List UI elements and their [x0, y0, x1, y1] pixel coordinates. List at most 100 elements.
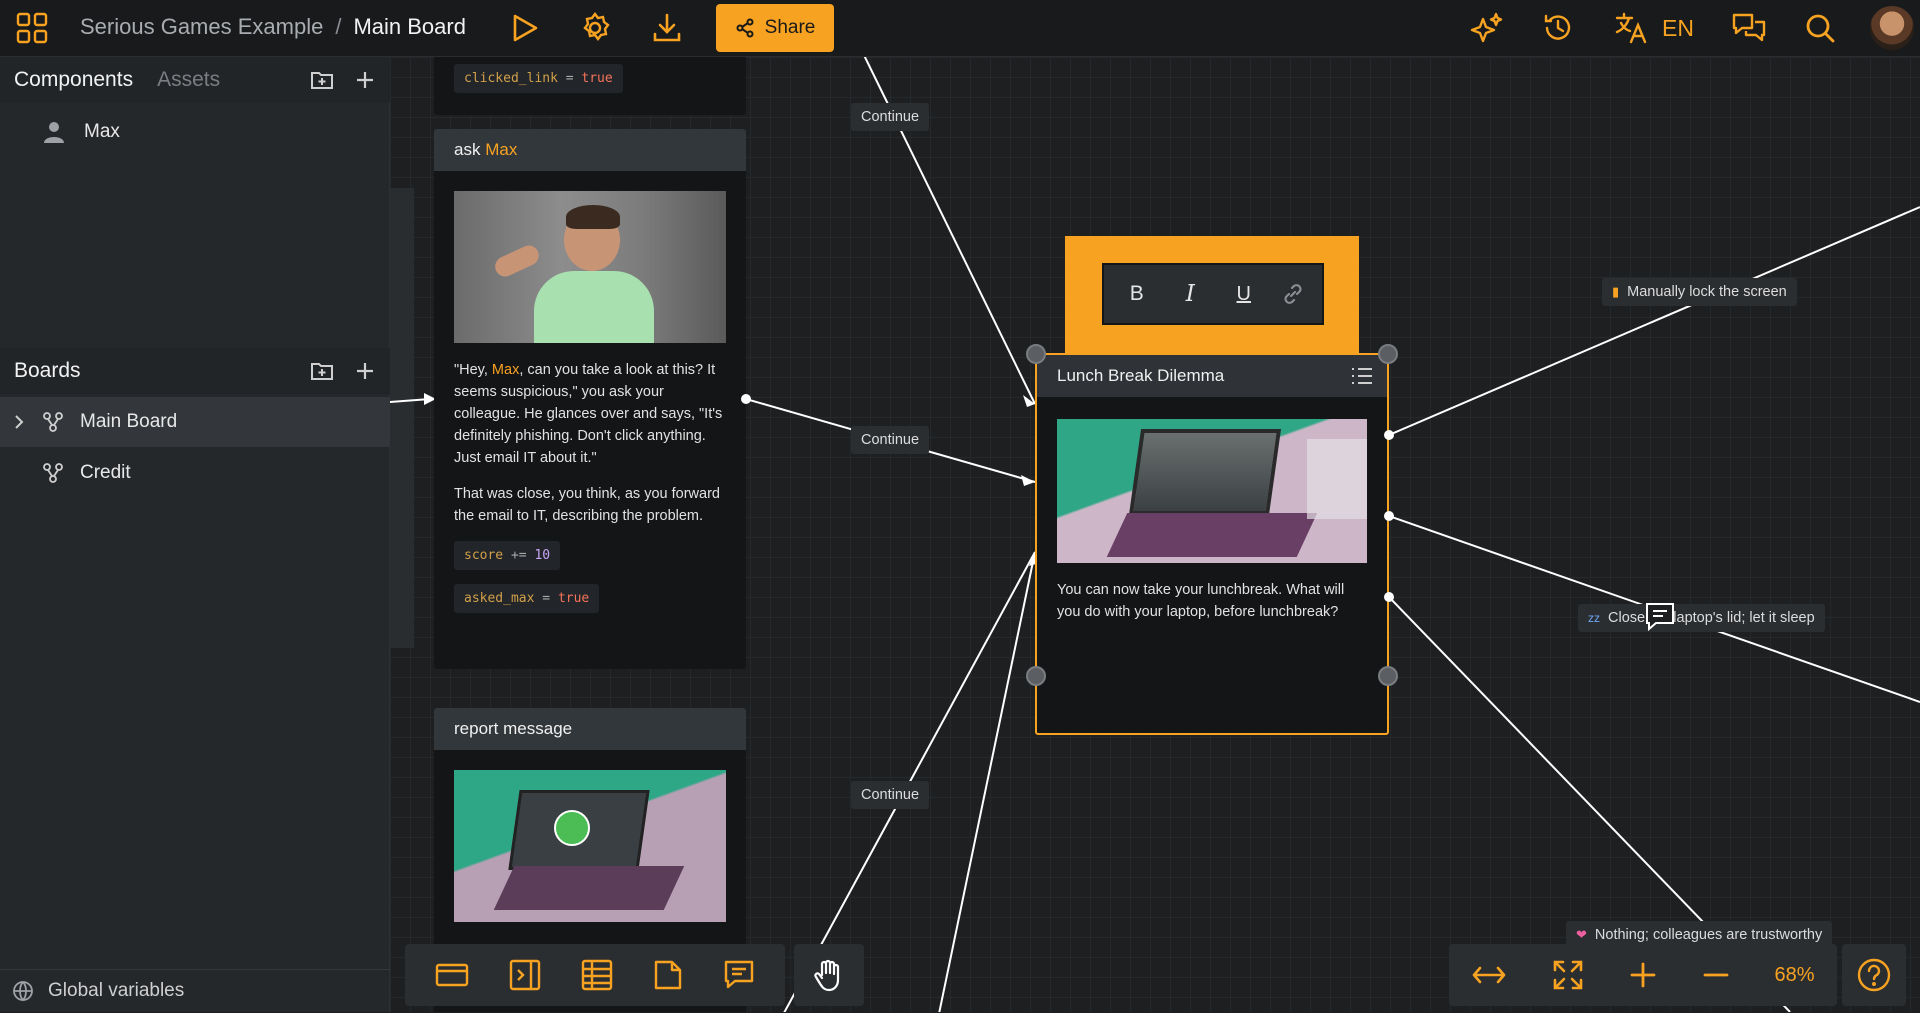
variable-node[interactable]: clicked_link = true — [434, 57, 746, 115]
node-image-man-shrug — [454, 191, 726, 343]
breadcrumb: Serious Games Example / Main Board — [80, 14, 466, 40]
node-body: You can now take your lunchbreak. What w… — [1057, 582, 1345, 620]
italic-button[interactable]: I — [1173, 281, 1207, 307]
fullscreen-icon[interactable] — [1552, 959, 1584, 991]
asked-max-assignment[interactable]: asked_max = true — [454, 584, 600, 613]
jump-node-icon[interactable] — [509, 959, 541, 991]
resize-handle[interactable] — [1026, 344, 1046, 364]
person-icon — [44, 122, 64, 143]
board-item-credit[interactable]: Credit — [0, 448, 390, 498]
node-image-laptop-desk — [1057, 419, 1367, 563]
choice-close-lid[interactable]: zᴢ Close the laptop's lid; let it sleep — [1578, 604, 1825, 632]
variable-assignment[interactable]: clicked_link = true — [454, 64, 623, 93]
tab-components[interactable]: Components — [14, 68, 133, 92]
node-header[interactable]: Lunch Break Dilemma — [1037, 355, 1387, 397]
fit-width-icon[interactable] — [1471, 963, 1507, 987]
score-increment[interactable]: score += 10 — [454, 541, 561, 570]
edge-label-continue[interactable]: Continue — [851, 426, 930, 454]
comment-cursor-icon — [1646, 603, 1674, 632]
node-header[interactable]: report message — [434, 708, 746, 750]
share-label: Share — [764, 17, 816, 38]
component-item-max[interactable]: Max — [0, 107, 390, 157]
resize-handle[interactable] — [1378, 344, 1398, 364]
board-label: Main Board — [80, 411, 178, 432]
underline-button[interactable]: U — [1227, 283, 1261, 306]
boards-title: Boards — [14, 359, 81, 382]
global-variables-label: Global variables — [48, 980, 185, 1001]
components-header: Components Assets — [0, 57, 390, 103]
node-creation-toolbar — [405, 944, 785, 1006]
board-item-main[interactable]: Main Board — [0, 397, 390, 447]
edge — [938, 551, 1036, 1012]
zoom-toolbar: 68% — [1449, 944, 1837, 1006]
choice-label: Nothing; colleagues are trustworthy — [1594, 927, 1823, 943]
resize-handle[interactable] — [1378, 666, 1398, 686]
new-folder-icon[interactable] — [310, 360, 334, 382]
list-icon[interactable] — [1351, 367, 1373, 385]
edge — [1388, 206, 1920, 436]
board-icon — [43, 463, 63, 483]
node-title: ask — [454, 140, 481, 159]
global-variables[interactable]: Global variables — [0, 969, 390, 1013]
search-icon[interactable] — [1802, 10, 1838, 46]
node-body-2: That was close, you think, as you forwar… — [454, 486, 720, 524]
project-name[interactable]: Serious Games Example — [80, 14, 323, 40]
download-icon[interactable] — [649, 10, 685, 46]
choice-label: Manually lock the screen — [1627, 284, 1787, 300]
dialogue-node-icon[interactable] — [435, 960, 469, 990]
board-name[interactable]: Main Board — [353, 14, 466, 40]
tab-assets[interactable]: Assets — [157, 68, 220, 92]
history-icon[interactable] — [1540, 10, 1576, 46]
chevron-right-icon[interactable] — [12, 414, 26, 430]
format-toolbar-inner: B I U — [1104, 265, 1322, 323]
mail-icon — [554, 810, 590, 846]
note-node-icon[interactable] — [653, 959, 683, 991]
node-body: "Hey, Max, can you take a look at this? … — [454, 362, 723, 466]
language-label[interactable]: EN — [1662, 15, 1694, 42]
new-folder-icon[interactable] — [310, 69, 334, 91]
output-connector[interactable] — [1384, 592, 1394, 602]
share-button[interactable]: Share — [716, 4, 834, 52]
ai-sparkle-icon[interactable] — [1468, 10, 1506, 46]
component-label: Max — [84, 121, 120, 142]
output-connector[interactable] — [1384, 430, 1394, 440]
apps-grid-icon[interactable] — [14, 10, 50, 46]
output-connector[interactable] — [1384, 511, 1394, 521]
ask-max-node[interactable]: ask Max "Hey, Max, can you take a look a… — [434, 129, 746, 669]
add-icon[interactable] — [354, 360, 376, 382]
breadcrumb-separator: / — [335, 14, 342, 39]
edge-label-continue[interactable]: Continue — [851, 781, 930, 809]
zoom-in-icon[interactable] — [1629, 961, 1657, 989]
comments-icon[interactable] — [1729, 10, 1769, 46]
hand-tool[interactable] — [794, 944, 864, 1006]
globe-icon — [13, 981, 33, 1002]
node-title: Lunch Break Dilemma — [1057, 366, 1225, 385]
help-icon — [1857, 958, 1891, 992]
output-connector[interactable] — [741, 394, 751, 404]
node-title: report message — [454, 719, 573, 738]
bold-button[interactable]: B — [1120, 282, 1154, 306]
lunch-break-node[interactable]: Lunch Break Dilemma You can now take you… — [1037, 355, 1387, 733]
board-canvas[interactable]: clicked_link = true ask Max "Hey, Max, c… — [390, 57, 1920, 1012]
user-avatar[interactable] — [1870, 6, 1914, 50]
boards-header: Boards — [0, 348, 390, 394]
choice-lock-screen[interactable]: ▮ Manually lock the screen — [1602, 278, 1797, 306]
board-label: Credit — [80, 462, 131, 483]
comment-node-icon[interactable] — [723, 959, 755, 991]
node-header[interactable]: ask Max — [434, 129, 746, 171]
table-node-icon[interactable] — [581, 959, 613, 991]
zoom-level[interactable]: 68% — [1775, 964, 1815, 987]
translate-icon[interactable] — [1612, 10, 1650, 46]
play-icon[interactable] — [508, 10, 542, 46]
top-bar: Serious Games Example / Main Board Share… — [0, 0, 1920, 57]
resize-handle[interactable] — [1026, 666, 1046, 686]
add-icon[interactable] — [354, 69, 376, 91]
choice-label: Close the laptop's lid; let it sleep — [1608, 610, 1815, 626]
settings-gear-icon[interactable] — [576, 9, 614, 47]
help-button[interactable] — [1842, 944, 1906, 1006]
zoom-out-icon[interactable] — [1702, 961, 1730, 989]
board-icon — [43, 412, 63, 432]
link-icon[interactable] — [1280, 281, 1306, 307]
edge-label-continue[interactable]: Continue — [851, 103, 930, 131]
sleep-icon: zᴢ — [1588, 611, 1600, 625]
